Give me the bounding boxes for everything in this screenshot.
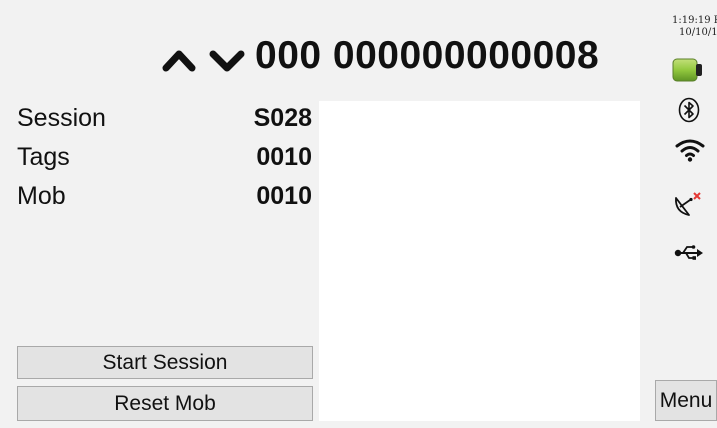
chevron-up-icon[interactable] bbox=[160, 36, 198, 80]
tags-value: 0010 bbox=[256, 143, 312, 171]
menu-button[interactable]: Menu bbox=[655, 380, 717, 421]
clock-date: 10/10/18 bbox=[679, 27, 717, 38]
start-session-button[interactable]: Start Session bbox=[17, 346, 313, 379]
reset-mob-button[interactable]: Reset Mob bbox=[17, 386, 313, 421]
satellite-disconnected-icon bbox=[675, 192, 701, 216]
tags-label: Tags bbox=[17, 143, 70, 171]
tag-number-display: 000 000000000008 bbox=[255, 34, 600, 77]
bluetooth-icon bbox=[678, 97, 700, 123]
clock-time: 1:19:19 PM bbox=[672, 15, 717, 26]
chevron-down-icon[interactable] bbox=[205, 36, 249, 80]
mob-value: 0010 bbox=[256, 182, 312, 210]
content-panel bbox=[319, 101, 640, 421]
wifi-icon bbox=[675, 139, 705, 162]
mob-label: Mob bbox=[17, 182, 66, 210]
session-value: S028 bbox=[253, 104, 312, 132]
usb-icon bbox=[674, 245, 703, 260]
session-label: Session bbox=[17, 104, 106, 132]
battery-icon bbox=[672, 58, 702, 82]
